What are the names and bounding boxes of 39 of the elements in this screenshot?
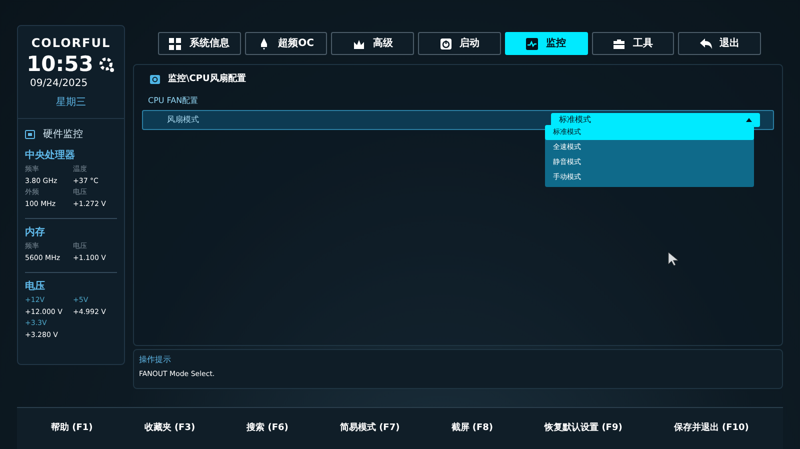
group-title: 内存 [25, 227, 46, 239]
nav-tab[interactable]: 超频OC [244, 32, 328, 55]
section-title: 硬件监控 [43, 128, 83, 142]
pulse-icon [526, 38, 538, 50]
nav-tab[interactable]: 系统信息 [158, 32, 241, 55]
dropdown-field[interactable]: 标准模式 [551, 112, 760, 126]
caret-icon [746, 118, 752, 122]
back-arrow-icon [700, 38, 712, 50]
clock-time: 10:53 [26, 52, 94, 76]
footer-shortcut[interactable]: 简易模式 (F7) [340, 422, 400, 436]
date-text: 09/24/2025 [30, 77, 88, 91]
power-icon [440, 38, 452, 50]
group-title: 电压 [25, 281, 46, 293]
nav-tab[interactable]: 退出 [678, 32, 762, 55]
gear-icon[interactable] [97, 55, 116, 73]
mouse-cursor-icon [668, 252, 679, 266]
footer-shortcut[interactable]: 恢复默认设置 (F9) [544, 422, 622, 436]
nav-tab[interactable]: 启动 [418, 32, 501, 55]
fan-icon [150, 75, 160, 84]
section-heading: CPU FAN配置 [148, 94, 200, 106]
nav-tab[interactable]: 工具 [592, 32, 674, 55]
footer-shortcut[interactable]: 帮助 (F1) [51, 422, 93, 436]
group-title: 中央处理器 [25, 150, 76, 162]
grid-icon [169, 38, 182, 50]
setting-label: 风扇模式 [167, 114, 199, 126]
hint-title: 操作提示 [139, 354, 172, 366]
brand-logo: COLORFUL [31, 35, 111, 52]
setting-row[interactable]: 风扇模式 标准模式 [142, 110, 774, 130]
crown-icon [352, 38, 365, 50]
monitor-icon [25, 130, 35, 139]
nav-tab[interactable]: 高级 [331, 32, 414, 55]
toolbox-icon [612, 38, 625, 50]
nav-tab[interactable]: 监控 [504, 32, 588, 55]
weekday-text: 星期三 [56, 96, 86, 110]
footer-shortcut[interactable]: 搜索 (F6) [246, 422, 288, 436]
footer-shortcut[interactable]: 保存并退出 (F10) [674, 422, 749, 436]
footer-shortcut[interactable]: 截屏 (F8) [451, 422, 494, 436]
footer-shortcut[interactable]: 收藏夹 (F3) [144, 422, 196, 436]
breadcrumb-text: 监控\CPU风扇配置 [168, 73, 246, 86]
